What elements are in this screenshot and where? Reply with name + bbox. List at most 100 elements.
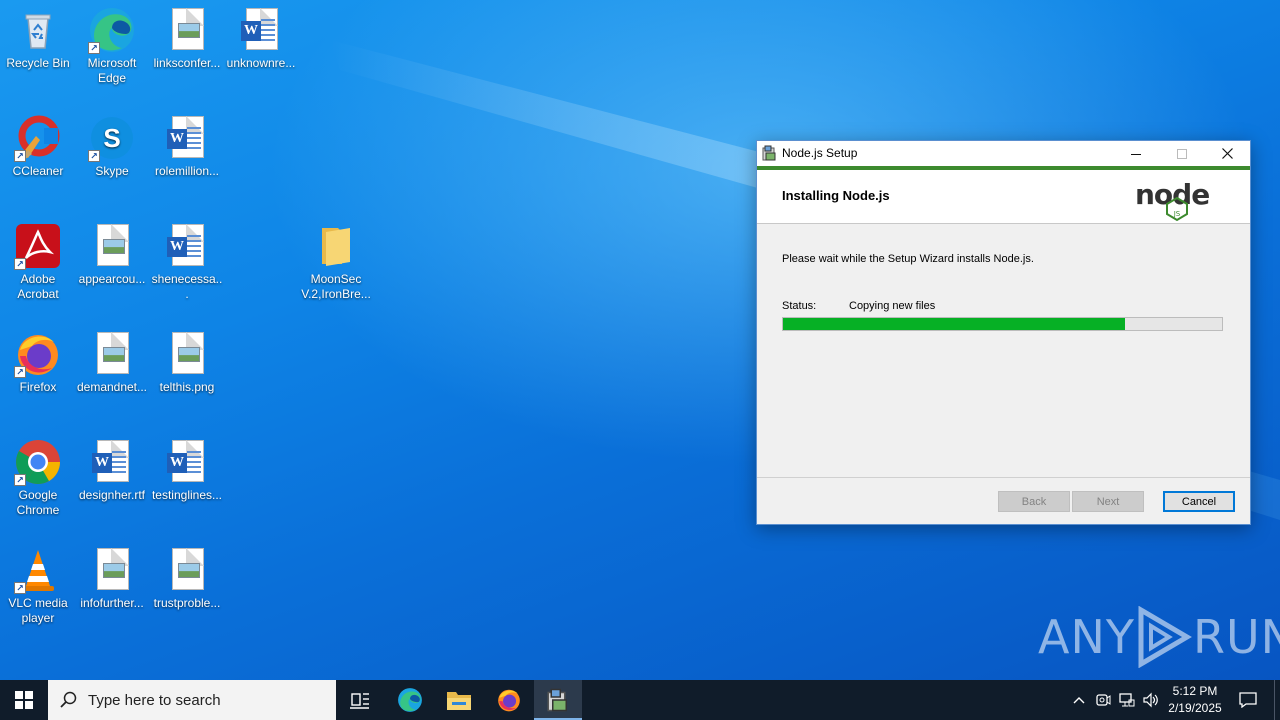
watermark-play-icon: [1138, 606, 1192, 668]
maximize-icon: [1177, 148, 1187, 159]
shortcut-arrow-icon: ↗: [14, 150, 26, 162]
back-button[interactable]: Back: [998, 491, 1070, 512]
desktop-icon-label: MoonSec V.2,IronBre...: [301, 272, 371, 301]
desktop-icon-adobe-acrobat[interactable]: ↗ Adobe Acrobat: [0, 222, 76, 302]
close-button[interactable]: [1204, 141, 1250, 166]
shortcut-arrow-icon: ↗: [88, 42, 100, 54]
nodejs-logo: node JS: [1135, 178, 1210, 222]
word-document-icon: W: [163, 438, 211, 486]
taskbar-search-box[interactable]: Type here to search: [48, 680, 336, 720]
desktop-icon-recycle-bin[interactable]: Recycle Bin: [0, 6, 76, 71]
desktop-icon-firefox[interactable]: ↗ Firefox: [0, 330, 76, 395]
image-file-icon: [88, 546, 136, 594]
desktop-icon-image-file[interactable]: appearcou...: [74, 222, 150, 287]
word-document-icon: W: [237, 6, 285, 54]
windows-logo-icon: [15, 691, 33, 709]
desktop-icon-skype[interactable]: S ↗ Skype: [74, 114, 150, 179]
taskbar-edge-button[interactable]: [386, 680, 434, 720]
desktop-icon-label: Recycle Bin: [6, 56, 70, 70]
desktop-icon-label: infofurther...: [80, 596, 144, 610]
image-file-icon: [163, 6, 211, 54]
desktop-icon-label: Adobe Acrobat: [17, 272, 59, 301]
window-title: Node.js Setup: [782, 146, 858, 160]
shortcut-arrow-icon: ↗: [14, 474, 26, 486]
task-view-button[interactable]: [336, 680, 384, 720]
edge-icon: ↗: [88, 6, 136, 54]
desktop-icon-word-file[interactable]: W testinglines...: [149, 438, 225, 503]
nodejs-logo-text: node: [1135, 178, 1209, 211]
start-button[interactable]: [0, 680, 48, 720]
maximize-button[interactable]: [1159, 141, 1205, 166]
vlc-cone-icon: ↗: [14, 546, 62, 594]
install-progress-fill: [783, 318, 1126, 330]
desktop-icon-image-file[interactable]: linksconfer...: [149, 6, 225, 71]
tray-network-button[interactable]: [1116, 680, 1138, 720]
desktop-icon-ccleaner[interactable]: ↗ CCleaner: [0, 114, 76, 179]
adobe-acrobat-icon: ↗: [14, 222, 62, 270]
wizard-header-title: Installing Node.js: [782, 188, 890, 203]
close-icon: [1221, 148, 1233, 159]
desktop-icon-image-file[interactable]: telthis.png: [149, 330, 225, 395]
status-label: Status:: [782, 300, 817, 312]
desktop-icon-label: telthis.png: [159, 380, 215, 394]
desktop-icon-image-file[interactable]: demandnet...: [74, 330, 150, 395]
desktop-icon-vlc[interactable]: ↗ VLC media player: [0, 546, 76, 626]
taskbar-clock[interactable]: 5:12 PM 2/19/2025: [1160, 683, 1230, 717]
wizard-header: Installing Node.js node JS: [757, 170, 1250, 224]
desktop-icon-label: testinglines...: [151, 488, 223, 502]
desktop-icon-image-file[interactable]: trustproble...: [149, 546, 225, 611]
nodejs-setup-window[interactable]: Node.js Setup Installing Node.js node JS…: [756, 140, 1251, 525]
desktop-icon-word-file[interactable]: W designher.rtf: [74, 438, 150, 503]
desktop-icon-word-file[interactable]: W shenecessa...: [149, 222, 225, 302]
desktop-icon-label: CCleaner: [12, 164, 64, 178]
show-hidden-icons-button[interactable]: [1068, 680, 1090, 720]
desktop-icon-folder[interactable]: MoonSec V.2,IronBre...: [298, 222, 374, 302]
title-bar[interactable]: Node.js Setup: [757, 141, 1250, 166]
google-chrome-icon: ↗: [14, 438, 62, 486]
image-file-icon: [163, 546, 211, 594]
speaker-icon: [1143, 692, 1158, 708]
desktop-icon-microsoft-edge[interactable]: ↗ Microsoft Edge: [74, 6, 150, 86]
desktop-icon-label: Skype: [95, 164, 129, 178]
desktop-icon-label: Google Chrome: [16, 488, 60, 517]
shortcut-arrow-icon: ↗: [14, 582, 26, 594]
tray-meet-now-button[interactable]: [1092, 680, 1114, 720]
show-desktop-button[interactable]: [1274, 680, 1280, 720]
watermark-text-right: RUN: [1192, 610, 1280, 664]
firefox-icon: ↗: [14, 330, 62, 378]
install-message: Please wait while the Setup Wizard insta…: [782, 253, 1034, 265]
taskbar-firefox-button[interactable]: [485, 680, 533, 720]
desktop-icon-word-file[interactable]: W rolemillion...: [149, 114, 225, 179]
clock-time: 5:12 PM: [1172, 684, 1218, 698]
desktop-icon-label: appearcou...: [78, 272, 146, 286]
camera-icon: [1096, 694, 1111, 706]
desktop-icon-label: rolemillion...: [154, 164, 220, 178]
file-explorer-icon: [447, 692, 471, 710]
ccleaner-icon: ↗: [14, 114, 62, 162]
desktop-icon-google-chrome[interactable]: ↗ Google Chrome: [0, 438, 76, 518]
taskbar-file-explorer-button[interactable]: [435, 680, 483, 720]
desktop-icon-image-file[interactable]: infofurther...: [74, 546, 150, 611]
edge-icon: [398, 688, 422, 712]
action-center-button[interactable]: [1234, 680, 1262, 720]
word-document-icon: W: [88, 438, 136, 486]
taskbar-nodejs-setup-button[interactable]: [534, 680, 582, 720]
clock-date: 2/19/2025: [1168, 701, 1222, 715]
minimize-button[interactable]: [1113, 141, 1159, 166]
anyrun-watermark: ANY RUN: [1038, 606, 1280, 668]
firefox-icon: [498, 689, 520, 712]
desktop-icon-word-file[interactable]: W unknownre...: [223, 6, 299, 71]
cancel-button[interactable]: Cancel: [1163, 491, 1235, 512]
chevron-up-icon: [1073, 697, 1085, 704]
task-view-icon: [350, 693, 369, 709]
next-button[interactable]: Next: [1072, 491, 1144, 512]
image-file-icon: [88, 222, 136, 270]
tray-volume-button[interactable]: [1140, 680, 1162, 720]
skype-icon: S ↗: [88, 114, 136, 162]
desktop-icon-label: linksconfer...: [153, 56, 221, 70]
status-value: Copying new files: [849, 300, 936, 312]
nodejs-logo-sub: JS: [1173, 210, 1181, 218]
network-icon: [1119, 693, 1135, 707]
word-document-icon: W: [163, 222, 211, 270]
desktop-icon-label: demandnet...: [76, 380, 148, 394]
